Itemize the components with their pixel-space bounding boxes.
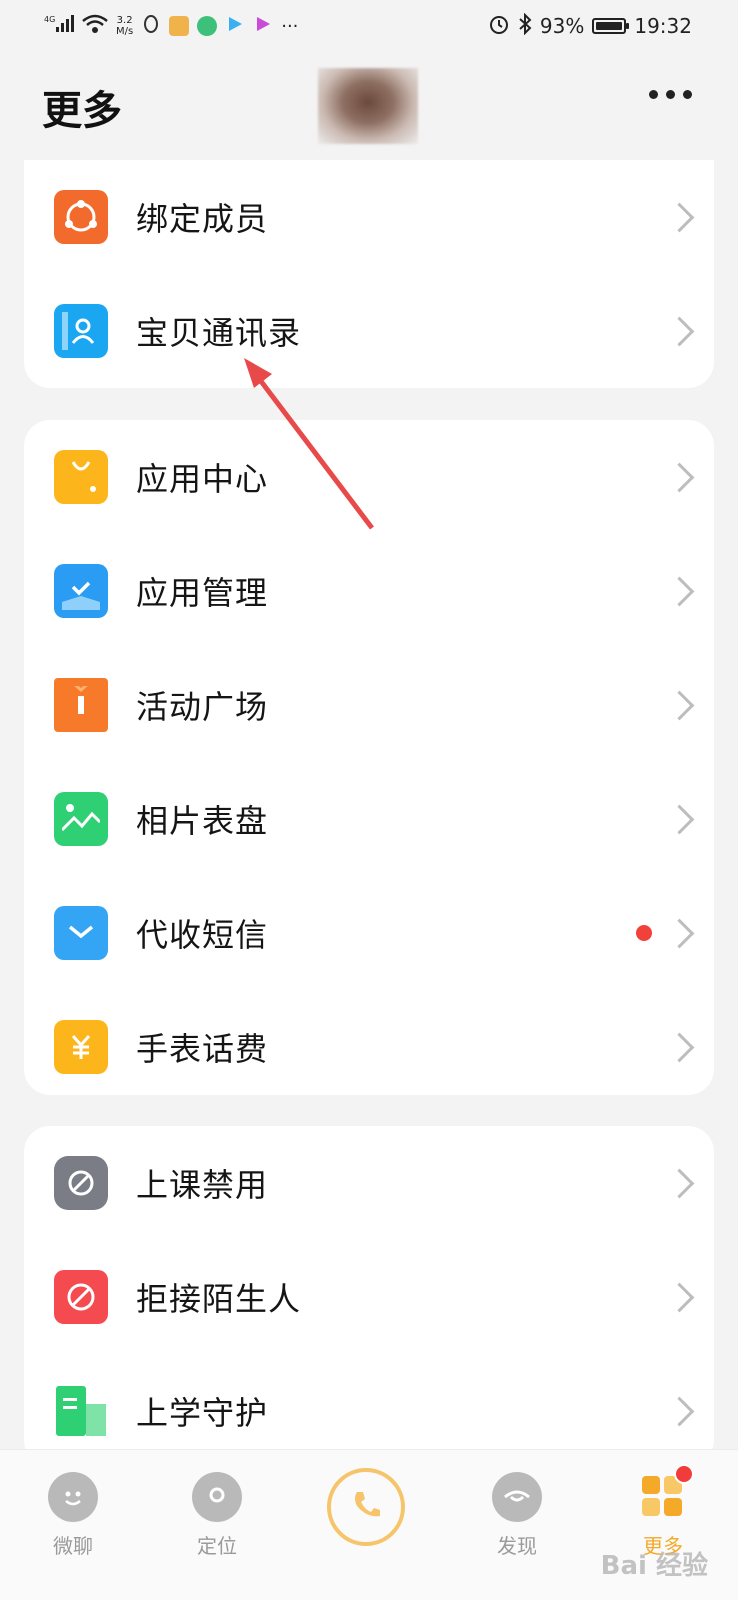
list-item-contacts[interactable]: 宝贝通讯录 [24, 274, 714, 388]
tab-discover[interactable]: 发现 [472, 1472, 562, 1559]
list-item-app-manage[interactable]: 应用管理 [24, 534, 714, 648]
app-notify-icon-2 [197, 16, 218, 36]
watermark-logo: Bai 经验 [600, 1551, 708, 1581]
svg-text:4G: 4G [44, 15, 55, 24]
video-app-icon [225, 14, 245, 39]
app-notify-icon [169, 16, 190, 36]
alarm-icon [488, 13, 510, 40]
reject-call-icon [54, 1270, 108, 1324]
item-label: 活动广场 [136, 688, 269, 726]
tab-chat[interactable]: 微聊 [28, 1472, 118, 1559]
yuan-icon [54, 1020, 108, 1074]
net-speed: 3.2 M/s [116, 15, 134, 37]
list-item-app-center[interactable]: 应用中心 [24, 420, 714, 534]
item-label: 代收短信 [136, 916, 269, 954]
chevron-right-icon [664, 202, 695, 232]
status-left: 4G 3.2 M/s ··· [44, 14, 298, 39]
battery-icon [592, 18, 630, 34]
item-label: 上课禁用 [136, 1166, 269, 1204]
chevron-right-icon [664, 918, 695, 948]
shopping-bag-icon [54, 450, 108, 504]
watch-forbid-icon [54, 1156, 108, 1210]
discover-eye-icon [492, 1472, 542, 1522]
chevron-right-icon [664, 690, 695, 720]
more-tab-badge [674, 1464, 694, 1484]
list-item-watch-fee[interactable]: 手表话费 [24, 990, 714, 1095]
phone-call-button[interactable] [327, 1468, 405, 1546]
gift-icon [54, 678, 108, 732]
item-label: 相片表盘 [136, 802, 269, 840]
mail-icon [54, 906, 108, 960]
avatar[interactable] [318, 68, 418, 144]
header: 更多 [0, 56, 738, 146]
chevron-right-icon [664, 316, 695, 346]
list-item-bind-members[interactable]: 绑定成员 [24, 160, 714, 274]
unread-dot-badge [636, 925, 652, 941]
item-label: 拒接陌生人 [136, 1280, 302, 1318]
chat-face-icon [48, 1472, 98, 1522]
battery-percent: 93% [539, 14, 585, 38]
clock: 19:32 [634, 14, 692, 38]
card-apps: 应用中心 应用管理 活动广场 相片表盘 代收短信 手表话费 [24, 420, 714, 1095]
bottom-nav: 微聊 定位 发现 更多 Bai 经验 [0, 1449, 738, 1600]
card-guard: 上课禁用 拒接陌生人 上学守护 [24, 1126, 714, 1466]
more-menu-icon[interactable] [649, 90, 692, 99]
contacts-icon [54, 304, 108, 358]
chevron-right-icon [664, 1282, 695, 1312]
bluetooth-icon [518, 12, 532, 40]
card-members: 绑定成员 宝贝通讯录 [24, 160, 714, 388]
chevron-right-icon [664, 1032, 695, 1062]
phone-call-icon [347, 1486, 385, 1528]
list-item-photo-dial[interactable]: 相片表盘 [24, 762, 714, 876]
photo-icon [54, 792, 108, 846]
tab-label: 定位 [197, 1534, 237, 1558]
status-right: 93% 19:32 [488, 12, 692, 40]
tab-label: 发现 [497, 1534, 537, 1558]
item-label: 绑定成员 [136, 200, 269, 238]
list-item-activity[interactable]: 活动广场 [24, 648, 714, 762]
list-item-class-disable[interactable]: 上课禁用 [24, 1126, 714, 1240]
chevron-right-icon [664, 1396, 695, 1426]
list-item-sms[interactable]: 代收短信 [24, 876, 714, 990]
chevron-right-icon [664, 576, 695, 606]
video-app-icon-2 [253, 14, 273, 39]
item-label: 宝贝通讯录 [136, 314, 302, 352]
tab-location[interactable]: 定位 [172, 1472, 262, 1559]
more-notifications: ··· [281, 15, 299, 37]
check-ribbon-icon [54, 564, 108, 618]
wifi-icon [82, 14, 108, 39]
item-label: 应用中心 [136, 460, 269, 498]
item-label: 上学守护 [136, 1394, 269, 1432]
members-icon [54, 190, 108, 244]
page-title: 更多 [42, 88, 122, 134]
tab-label: 微聊 [53, 1534, 93, 1558]
qq-icon [141, 14, 161, 39]
school-guard-icon [54, 1384, 108, 1438]
item-label: 手表话费 [136, 1030, 269, 1068]
list-item-reject-stranger[interactable]: 拒接陌生人 [24, 1240, 714, 1354]
signal-icon: 4G [44, 14, 74, 39]
location-icon [192, 1472, 242, 1522]
chevron-right-icon [664, 804, 695, 834]
chevron-right-icon [664, 1168, 695, 1198]
chevron-right-icon [664, 462, 695, 492]
status-bar: 4G 3.2 M/s ··· 93% 19:32 [0, 0, 738, 52]
item-label: 应用管理 [136, 574, 269, 612]
